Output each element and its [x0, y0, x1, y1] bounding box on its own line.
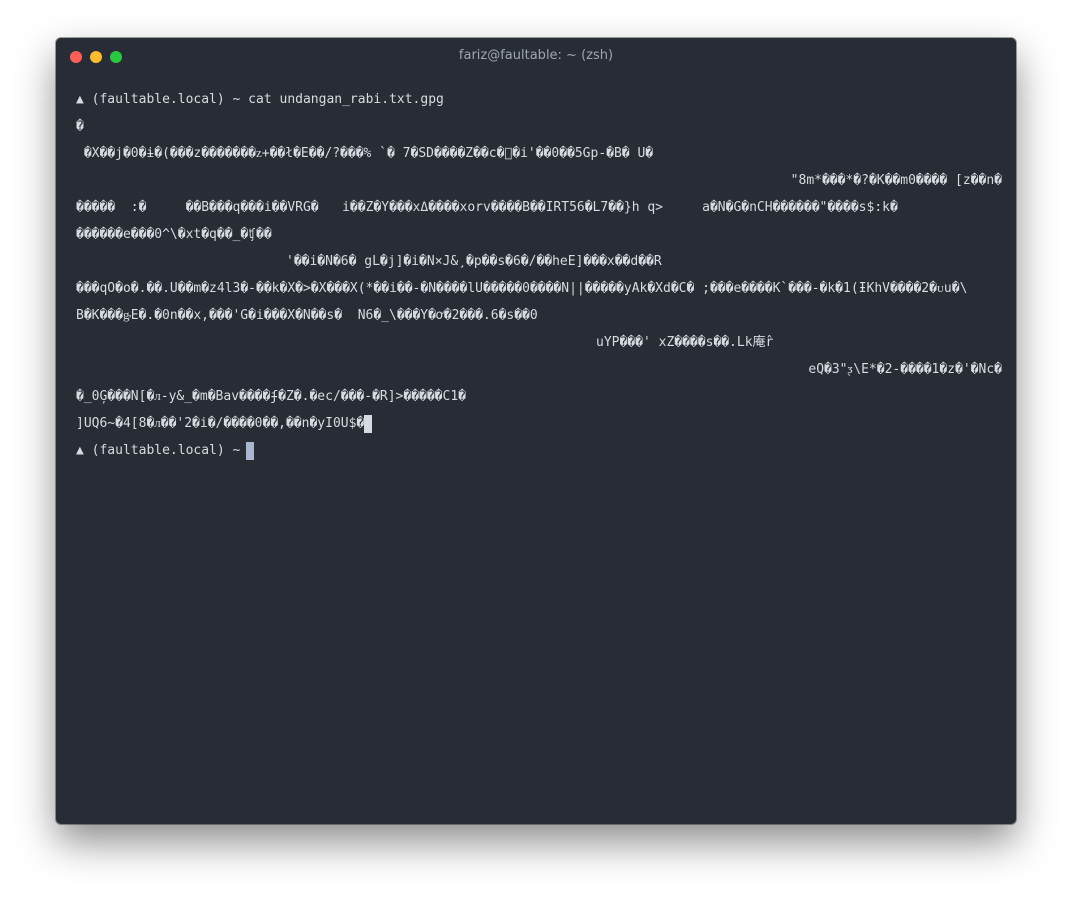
output-line: ���qO�o�.��.U��m�z4l3�-��k�X�>�X���X(*��… [76, 281, 968, 296]
prompt-line[interactable]: ▲ (faultable.local) ~ [76, 442, 1002, 460]
output-line: �X��j�0�ɨ�(���z�������ᴢ+��ł�E��/?���% `�… [76, 146, 654, 161]
output-line-final: ]UQ6~�4[8�ᴫ��'2�i�/����0��,��n�yI0U$� [76, 415, 1002, 433]
output-line: ����� :� ��B���q���i��VRG� i��Z�Y���xΔ��… [76, 200, 898, 215]
output-line: � [76, 119, 84, 134]
output-line: uYP���' xZ����s��.Lk庵r̂ [596, 335, 774, 350]
output-line: '��i�N�6� gL�j]�i�N×J&¸�p��s�6�/��heE]��… [286, 254, 662, 269]
output-line: �_0Ģ���N[�ᴫ-y&_�m�Bav����ʄ�Z�.�ec/���-�R… [76, 389, 466, 404]
output-line: B�K���ᶃE�.�0n��x,���'G�i���X�N��s� N6�_\… [76, 308, 538, 323]
reverse-percent-marker [364, 415, 373, 433]
output-line-text: ]UQ6~�4[8�ᴫ��'2�i�/����0��,��n�yI0U$� [76, 416, 365, 431]
output-line: "8m*���*�?�K��m0���� [z��n� [790, 173, 1002, 188]
output-line: eQ�3"ᶚ\E*�2-����1�z�'�Nc� [808, 362, 1002, 377]
terminal-window[interactable]: fariz@faultable: ~ (zsh) ▲ (faultable.lo… [56, 38, 1016, 824]
command-line: ▲ (faultable.local) ~ cat undangan_rabi.… [76, 92, 444, 107]
window-title: fariz@faultable: ~ (zsh) [458, 48, 614, 63]
title-bar[interactable]: fariz@faultable: ~ (zsh) [56, 38, 1016, 76]
terminal-output[interactable]: ▲ (faultable.local) ~ cat undangan_rabi.… [76, 91, 1002, 811]
output-line: ������e���0^\�xt�q��_�ʧ�� [76, 227, 272, 242]
prompt-text: ▲ (faultable.local) ~ [76, 443, 241, 458]
text-cursor [246, 442, 255, 460]
